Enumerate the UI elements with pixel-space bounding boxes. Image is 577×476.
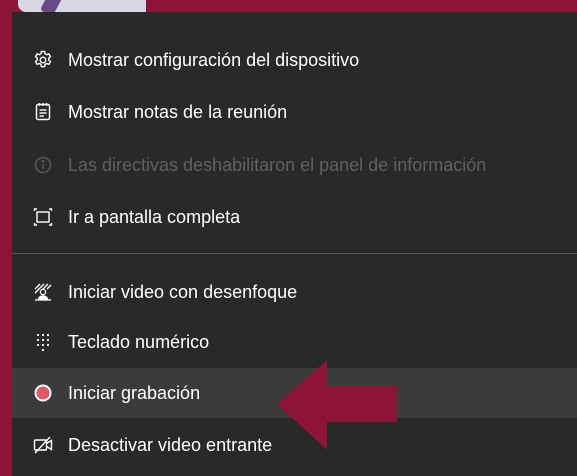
menu-item-label: Iniciar video con desenfoque <box>68 281 298 302</box>
fullscreen-icon <box>32 206 54 228</box>
menu-item-fullscreen[interactable]: Ir a pantalla completa <box>12 192 577 242</box>
blur-background-icon <box>32 281 54 303</box>
menu-item-label: Teclado numérico <box>68 331 210 352</box>
menu-item-start-recording[interactable]: Iniciar grabación <box>12 368 577 418</box>
window-top-strip <box>0 0 577 12</box>
menu-item-device-settings[interactable]: Mostrar configuración del dispositivo <box>12 35 577 85</box>
menu-item-label: Mostrar notas de la reunión <box>68 101 288 122</box>
notes-icon <box>32 101 54 123</box>
menu-item-blur-video[interactable]: Iniciar video con desenfoque <box>12 267 577 317</box>
menu-item-info-panel-disabled: Las directivas deshabilitaron el panel d… <box>12 140 577 190</box>
gear-icon <box>32 49 54 71</box>
menu-item-label: Iniciar grabación <box>68 382 201 403</box>
menu-item-dialpad[interactable]: Teclado numérico <box>12 317 577 367</box>
video-off-icon <box>32 434 54 456</box>
menu-item-disable-incoming-video[interactable]: Desactivar video entrante <box>12 420 577 470</box>
menu-item-label: Ir a pantalla completa <box>68 206 241 227</box>
info-icon <box>32 154 54 176</box>
more-actions-menu: Mostrar configuración del dispositivo Mo… <box>12 12 577 476</box>
menu-item-label: Desactivar video entrante <box>68 434 273 455</box>
menu-item-label: Mostrar configuración del dispositivo <box>68 49 360 70</box>
record-icon <box>32 382 54 404</box>
dialpad-icon <box>32 331 54 353</box>
menu-item-meeting-notes[interactable]: Mostrar notas de la reunión <box>12 87 577 137</box>
participant-tile-edge <box>18 0 146 12</box>
menu-divider <box>12 253 577 254</box>
menu-item-label: Las directivas deshabilitaron el panel d… <box>68 154 487 175</box>
